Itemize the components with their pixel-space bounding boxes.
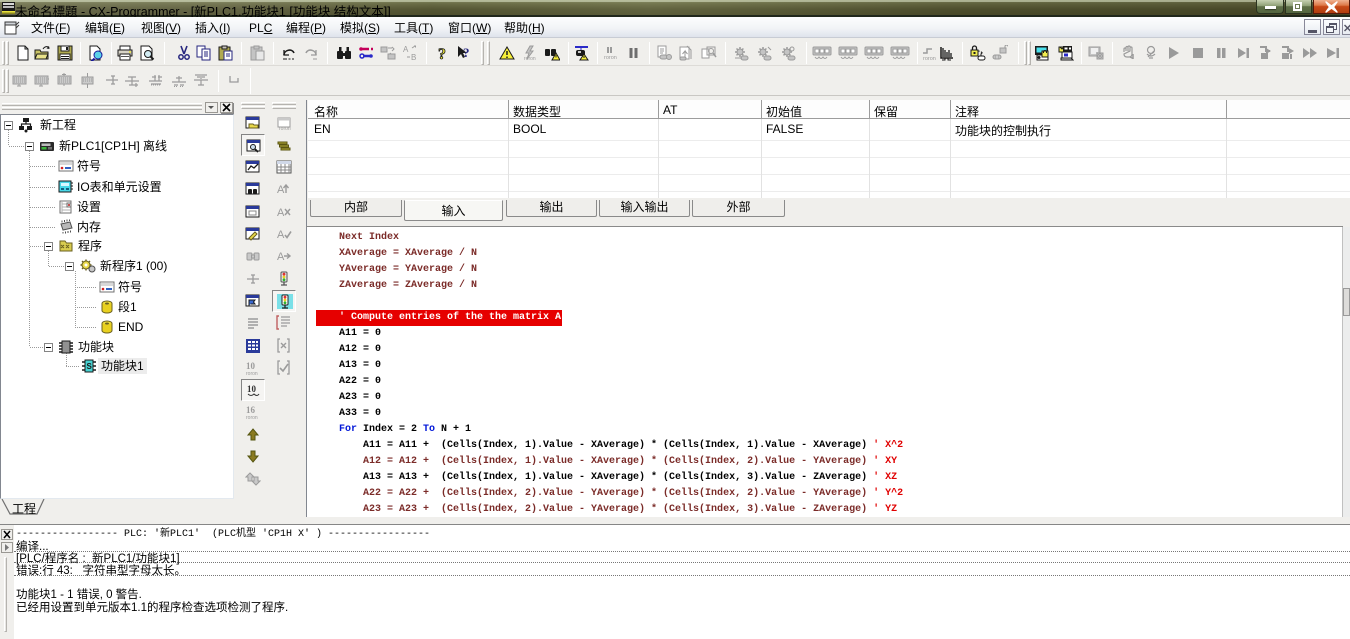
svg-text:roron: roron — [246, 371, 258, 376]
svg-text:10: 10 — [246, 361, 256, 371]
svg-text:S: S — [87, 362, 93, 371]
svg-text:10: 10 — [247, 384, 257, 394]
svg-text:roron: roron — [524, 56, 536, 61]
svg-text:?: ? — [463, 45, 470, 60]
svg-text:roron: roron — [604, 55, 617, 61]
svg-text:?: ? — [438, 46, 446, 61]
svg-text:A: A — [277, 251, 285, 263]
svg-text:A: A — [277, 184, 285, 196]
svg-text:B: B — [411, 53, 416, 61]
svg-text:A: A — [277, 207, 285, 219]
svg-text:A: A — [403, 45, 409, 54]
svg-text:roron: roron — [246, 415, 258, 420]
svg-text:roron: roron — [923, 56, 936, 61]
svg-text:roron: roron — [279, 126, 291, 131]
svg-text:A: A — [277, 229, 285, 241]
svg-text:16: 16 — [246, 405, 256, 415]
